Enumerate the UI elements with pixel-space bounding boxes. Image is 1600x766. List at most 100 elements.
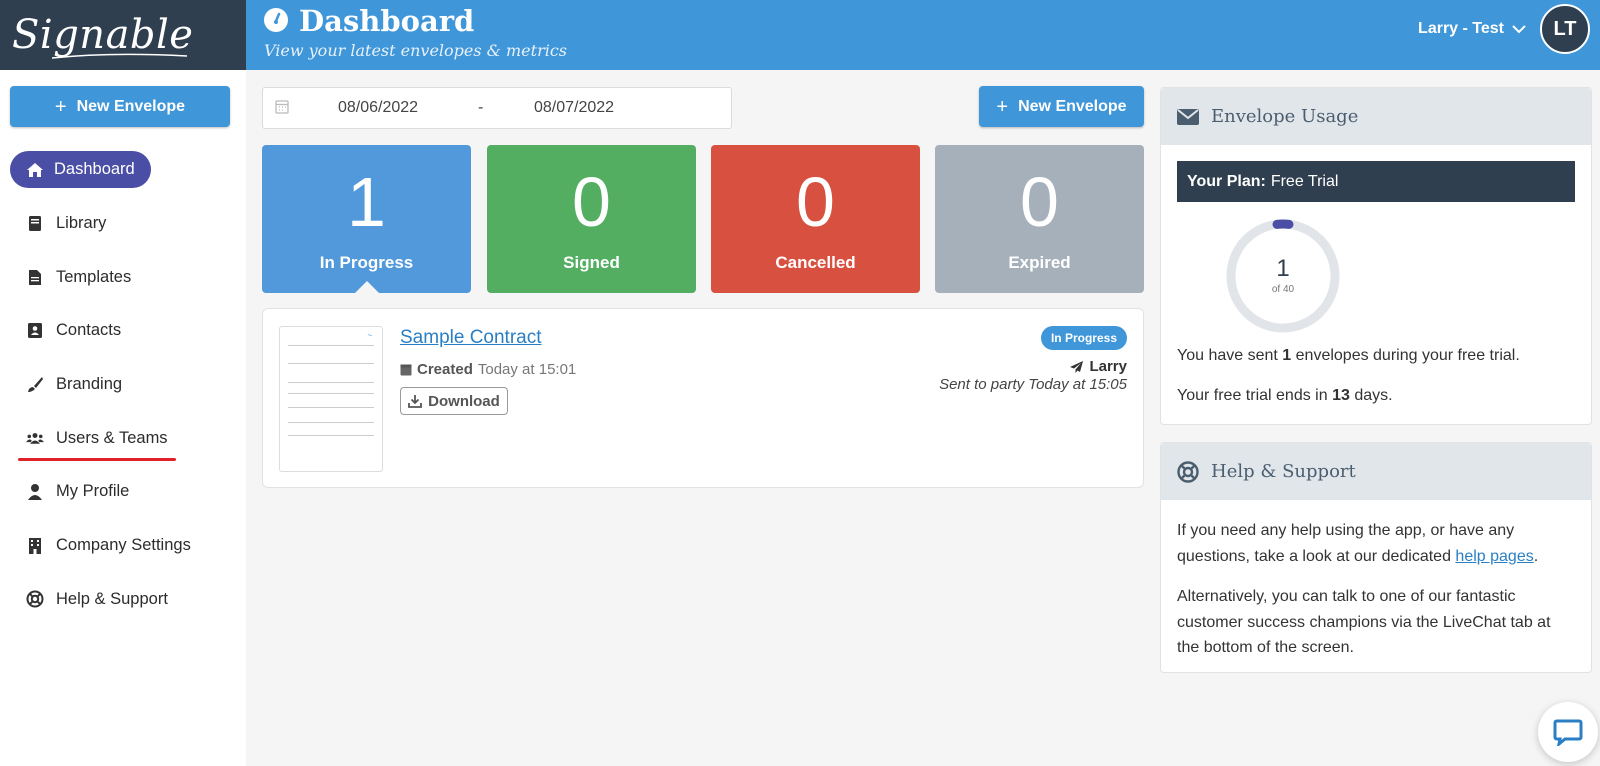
panel-header: Envelope Usage [1161,88,1591,145]
sender-name: Larry [1089,358,1127,375]
new-envelope-label: New Envelope [1018,97,1127,115]
stat-card-expired[interactable]: 0 Expired [935,145,1144,293]
new-envelope-label: New Envelope [76,97,186,115]
panel-title: Envelope Usage [1211,106,1359,127]
stat-value: 1 [347,163,386,241]
stat-card-signed[interactable]: 0 Signed [487,145,696,293]
envelope-title-link[interactable]: Sample Contract [400,327,542,349]
lifebuoy-icon [26,590,44,608]
panel-header: Help & Support [1161,443,1591,500]
sidebar-item-label: Dashboard [54,160,135,179]
sidebar-item-company-settings[interactable]: Company Settings [0,519,246,573]
sidebar-item-users-teams[interactable]: Users & Teams [0,411,246,465]
envelope-card: ~ Sample Contract Created Today at 15:01… [262,308,1144,488]
app-logo[interactable]: Signable [12,12,193,59]
stat-card-in-progress[interactable]: 1 In Progress [262,145,471,293]
thumbnail-line [288,363,374,364]
lifebuoy-icon [1177,460,1199,483]
book-icon [26,215,44,232]
plan-label: Your Plan: [1187,172,1266,190]
calendar-icon [275,99,289,119]
sidebar-item-branding[interactable]: Branding [0,358,246,412]
selected-stat-indicator [355,281,379,293]
stat-label: Signed [563,253,620,272]
address-book-icon [26,322,44,339]
created-time: Today at 15:01 [477,361,577,378]
red-underline-annotation [18,458,176,462]
sidebar-item-label: Contacts [56,321,122,340]
user-menu[interactable]: Larry - Test [1418,20,1526,38]
help-support-panel: Help & Support If you need any help usin… [1160,442,1592,673]
file-icon [26,269,44,286]
usage-donut-label: 1 of 40 [1225,218,1341,334]
sidebar: Signable + New Envelope Dashboard Librar… [0,0,246,766]
page-subtitle: View your latest envelopes & metrics [264,41,568,60]
sidebar-item-help-support[interactable]: Help & Support [0,573,246,627]
of-total: of 40 [1271,284,1295,295]
text-part: Your free trial ends in [1177,387,1328,404]
sidebar-item-templates[interactable]: Templates [0,250,246,304]
dashboard-gauge-icon [264,8,288,32]
help-paragraph-1: If you need any help using the app, or h… [1177,518,1577,569]
download-icon [408,395,423,408]
stat-label: Expired [1008,253,1071,272]
avatar[interactable]: LT [1540,4,1590,54]
sidebar-item-dashboard[interactable]: Dashboard [0,143,246,197]
chat-bubble-icon [1553,719,1583,746]
trial-ends-text: Your free trial ends in 13 days. [1177,387,1393,405]
help-text: If you need any help using the app, or h… [1177,518,1577,661]
used-count: 1 [1276,255,1290,282]
main-new-envelope-button[interactable]: + New Envelope [979,86,1144,127]
thumbnail-line [288,407,374,408]
envelope-icon [1177,108,1199,125]
plus-icon: + [996,95,1009,118]
stat-card-cancelled[interactable]: 0 Cancelled [711,145,920,293]
sidebar-new-envelope-button[interactable]: + New Envelope [10,86,230,127]
sidebar-item-label: My Profile [56,482,130,501]
help-pages-link[interactable]: help pages [1455,548,1533,565]
text-part: days. [1354,387,1393,404]
page-title: Dashboard [299,4,475,38]
sidebar-item-label: Branding [56,375,123,394]
envelope-created: Created Today at 15:01 [400,361,576,378]
date-from-input[interactable]: 08/06/2022 [338,99,418,117]
logo-bar: Signable [0,0,246,70]
sidebar-item-library[interactable]: Library [0,197,246,251]
logo-swoosh-icon [52,53,187,59]
envelope-sender: Larry [1069,358,1127,375]
date-separator: - [478,99,484,116]
usage-sent-text: You have sent 1 envelopes during your fr… [1177,347,1520,365]
download-button[interactable]: Download [400,387,508,415]
livechat-button[interactable] [1538,702,1598,762]
home-icon [26,162,44,178]
thumbnail-line [288,393,374,394]
active-nav-pill[interactable]: Dashboard [10,151,151,189]
calendar-icon [400,364,412,376]
plus-icon: + [54,95,67,118]
stat-value: 0 [1020,163,1059,241]
chevron-down-icon [1512,24,1526,33]
text-part: envelopes during your free trial. [1295,347,1520,364]
sidebar-nav: Dashboard Library Templates Contacts Bra… [0,143,246,626]
thumbnail-logo: ~ [367,331,372,340]
status-badge: In Progress [1040,326,1127,350]
top-header: Dashboard View your latest envelopes & m… [246,0,1600,70]
envelope-usage-panel: Envelope Usage Your Plan: Free Trial 1 o… [1160,87,1592,425]
user-name-label: Larry - Test [1418,20,1504,37]
paper-plane-icon [1070,360,1084,373]
thumbnail-line [288,422,374,423]
help-paragraph-2: Alternatively, you can talk to one of ou… [1177,588,1551,656]
date-range-picker[interactable]: 08/06/2022 - 08/07/2022 [262,87,732,129]
document-thumbnail[interactable]: ~ [279,326,383,472]
users-icon [26,430,44,446]
sidebar-item-my-profile[interactable]: My Profile [0,465,246,519]
stat-value: 0 [572,163,611,241]
sidebar-item-contacts[interactable]: Contacts [0,304,246,358]
sidebar-item-label: Company Settings [56,536,191,555]
sent-info: Sent to party Today at 15:05 [939,376,1127,393]
date-to-input[interactable]: 08/07/2022 [534,99,614,117]
stat-value: 0 [796,163,835,241]
stat-label: In Progress [319,253,414,272]
sent-count: 1 [1282,347,1292,364]
thumbnail-line [288,345,374,346]
